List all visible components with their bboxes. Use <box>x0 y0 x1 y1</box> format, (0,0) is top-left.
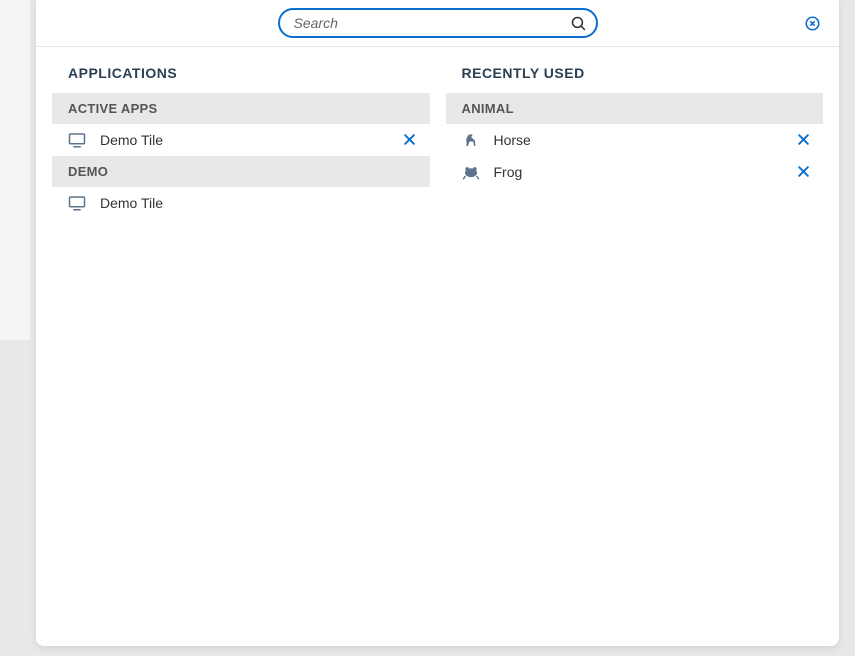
app-item-label: Demo Tile <box>100 195 420 211</box>
frog-icon <box>462 163 480 181</box>
group-header-demo: DEMO <box>52 156 430 187</box>
recently-used-column: RECENTLY USED ANIMAL Horse <box>446 59 824 630</box>
search-input[interactable] <box>278 8 598 38</box>
remove-item-button[interactable] <box>793 162 813 182</box>
applications-title: APPLICATIONS <box>52 59 430 93</box>
recently-used-title: RECENTLY USED <box>446 59 824 93</box>
close-panel-button[interactable] <box>803 14 821 32</box>
group-header-active-apps: ACTIVE APPS <box>52 93 430 124</box>
app-item-label: Demo Tile <box>100 132 400 148</box>
applications-column: APPLICATIONS ACTIVE APPS Demo Tile <box>52 59 430 630</box>
recent-item-label: Horse <box>494 132 794 148</box>
remove-item-button[interactable] <box>793 130 813 150</box>
search-wrap <box>278 8 598 38</box>
group-header-animal: ANIMAL <box>446 93 824 124</box>
recent-item-label: Frog <box>494 164 794 180</box>
search-panel: APPLICATIONS ACTIVE APPS Demo Tile <box>36 0 839 646</box>
monitor-icon <box>68 131 86 149</box>
panel-header <box>36 0 839 47</box>
app-item-demo-tile-active[interactable]: Demo Tile <box>52 124 430 156</box>
remove-item-button[interactable] <box>400 130 420 150</box>
app-item-demo-tile[interactable]: Demo Tile <box>52 187 430 219</box>
monitor-icon <box>68 194 86 212</box>
search-icon <box>570 14 588 32</box>
horse-icon <box>462 131 480 149</box>
recent-item-frog[interactable]: Frog <box>446 156 824 188</box>
recent-item-horse[interactable]: Horse <box>446 124 824 156</box>
panel-body: APPLICATIONS ACTIVE APPS Demo Tile <box>36 47 839 646</box>
